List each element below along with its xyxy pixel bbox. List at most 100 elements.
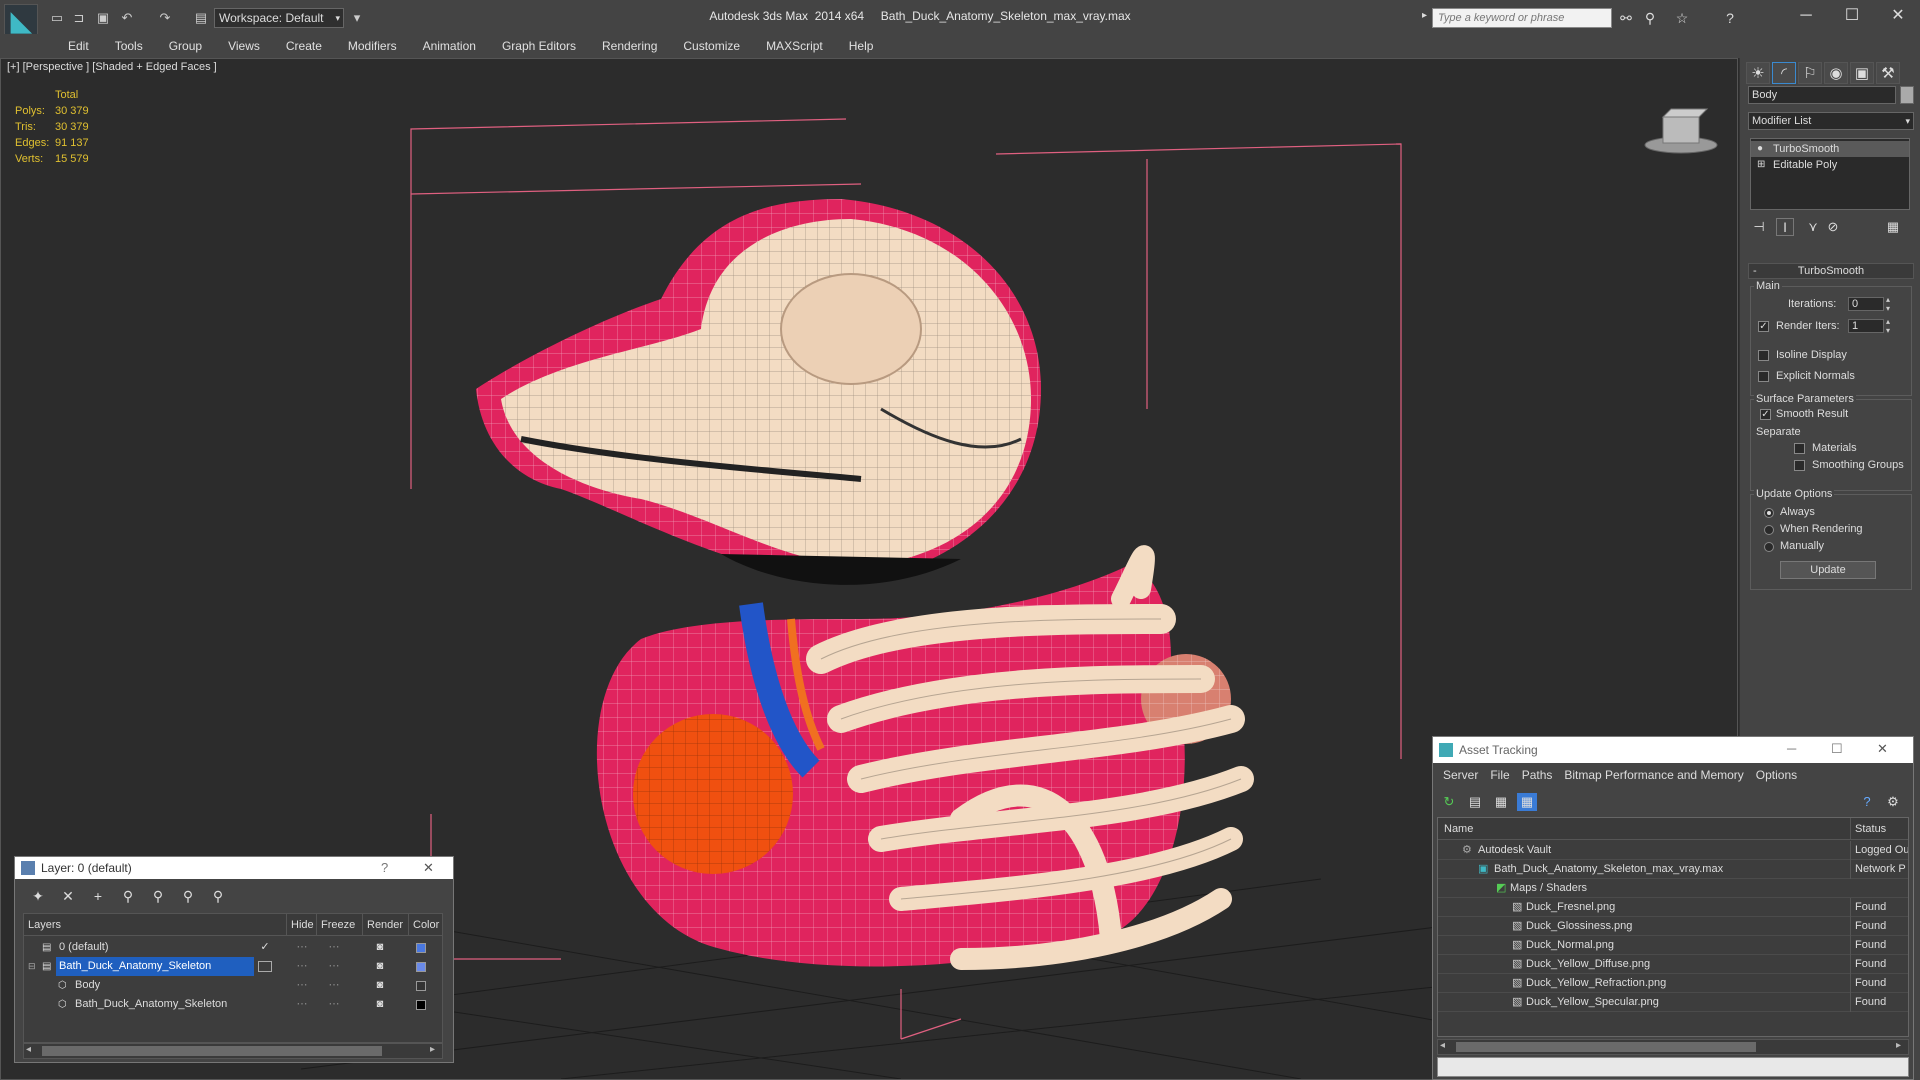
scroll-thumb[interactable]	[1456, 1042, 1756, 1052]
col-name[interactable]: Name	[1444, 818, 1473, 840]
layer-horizontal-scrollbar[interactable]: ◂ ▸	[23, 1043, 443, 1059]
favorites-icon[interactable]: ☆	[1672, 9, 1692, 27]
scroll-right-icon[interactable]: ▸	[1896, 1040, 1901, 1051]
project-icon[interactable]: ▤	[192, 9, 210, 27]
current-layer-box[interactable]	[258, 961, 272, 972]
when-rendering-radio[interactable]	[1764, 525, 1774, 535]
communication-center-icon[interactable]: ⚲	[1640, 9, 1660, 27]
smoothing-groups-checkbox[interactable]	[1794, 460, 1805, 471]
modify-tab-icon[interactable]: ◜	[1772, 62, 1796, 84]
hide-toggle[interactable]: ⋯	[292, 995, 312, 1014]
menu-create[interactable]: Create	[273, 34, 335, 58]
object-color-swatch[interactable]	[416, 981, 426, 991]
object-color-swatch[interactable]	[416, 1000, 426, 1010]
menu-views[interactable]: Views	[215, 34, 273, 58]
maximize-icon[interactable]: ☐	[1831, 741, 1843, 757]
asset-menu-paths[interactable]: Paths	[1516, 765, 1559, 785]
layer-color-swatch[interactable]	[416, 962, 426, 972]
spinner-arrows-icon[interactable]: ▴ ▾	[1886, 317, 1890, 335]
table-view-icon[interactable]: ▦	[1517, 793, 1537, 811]
maximize-icon[interactable]: ☐	[1830, 4, 1874, 28]
freeze-toggle[interactable]: ⋯	[324, 957, 344, 976]
show-end-result-icon[interactable]: Ⅰ	[1776, 218, 1794, 236]
menu-customize[interactable]: Customize	[670, 34, 753, 58]
scroll-left-icon[interactable]: ◂	[26, 1044, 31, 1055]
add-to-layer-icon[interactable]: +	[87, 887, 109, 905]
col-render[interactable]: Render	[362, 914, 403, 936]
iterations-spinner[interactable]: 0	[1848, 297, 1884, 311]
layer-row[interactable]: ⬡ Bath_Duck_Anatomy_Skeleton ⋯ ⋯ ◙	[24, 995, 442, 1014]
new-file-icon[interactable]: ▭	[48, 9, 66, 27]
pin-stack-icon[interactable]: ⊣	[1750, 218, 1768, 236]
undo-icon[interactable]: ↶	[118, 9, 136, 27]
asset-row[interactable]: ▧ Duck_Yellow_Refraction.png Found	[1438, 974, 1908, 993]
layer-row[interactable]: ⬡ Body ⋯ ⋯ ◙	[24, 976, 442, 995]
smooth-result-checkbox[interactable]: ✓	[1760, 409, 1771, 420]
freeze-all-layers-icon[interactable]: ⚲	[207, 887, 229, 905]
minimize-icon[interactable]: ─	[1784, 4, 1828, 28]
manually-radio[interactable]	[1764, 542, 1774, 552]
spinner-arrows-icon[interactable]: ▴ ▾	[1886, 295, 1890, 313]
modifier-list-dropdown[interactable]: Modifier List ▾	[1748, 112, 1914, 130]
col-freeze[interactable]: Freeze	[316, 914, 355, 936]
asset-row[interactable]: ⚙ Autodesk Vault Logged Ou	[1438, 841, 1908, 860]
menu-animation[interactable]: Animation	[410, 34, 489, 58]
hide-toggle[interactable]: ⋯	[292, 938, 312, 957]
make-unique-icon[interactable]: ⋎	[1804, 218, 1822, 236]
redo-icon[interactable]: ↷	[156, 9, 174, 27]
workspace-dropdown[interactable]: Workspace: Default ▾	[214, 8, 344, 28]
open-file-icon[interactable]: ⊐	[70, 9, 88, 27]
stack-item-turbosmooth[interactable]: ● TurboSmooth	[1751, 141, 1909, 157]
keyword-search-input[interactable]: Type a keyword or phrase	[1432, 8, 1612, 28]
col-color[interactable]: Color	[408, 914, 439, 936]
list-view-icon[interactable]: ▤	[1465, 793, 1485, 811]
hierarchy-tab-icon[interactable]: ⚐	[1798, 62, 1822, 84]
asset-menu-server[interactable]: Server	[1437, 765, 1484, 785]
asset-menu-file[interactable]: File	[1484, 765, 1515, 785]
remove-modifier-icon[interactable]: ⊘	[1824, 218, 1842, 236]
asset-row[interactable]: ▧ Duck_Normal.png Found	[1438, 936, 1908, 955]
asset-row[interactable]: ▧ Duck_Yellow_Diffuse.png Found	[1438, 955, 1908, 974]
close-icon[interactable]: ✕	[1877, 741, 1888, 757]
close-icon[interactable]: ✕	[1876, 4, 1920, 28]
viewcube-icon[interactable]	[1644, 108, 1718, 154]
quick-access-menu-icon[interactable]: ▾	[348, 9, 366, 27]
freeze-toggle[interactable]: ⋯	[324, 995, 344, 1014]
render-iters-spinner[interactable]: 1	[1848, 319, 1884, 333]
menu-rendering[interactable]: Rendering	[589, 34, 670, 58]
update-button[interactable]: Update	[1780, 561, 1876, 579]
freeze-toggle[interactable]: ⋯	[324, 976, 344, 995]
stack-item-editable-poly[interactable]: ⊞ Editable Poly	[1751, 157, 1909, 173]
settings-icon[interactable]: ⚙	[1883, 793, 1903, 811]
materials-checkbox[interactable]	[1794, 443, 1805, 454]
tree-view-icon[interactable]: ▦	[1491, 793, 1511, 811]
freeze-toggle[interactable]: ⋯	[324, 938, 344, 957]
menu-group[interactable]: Group	[156, 34, 215, 58]
select-objects-icon[interactable]: ⚲	[117, 887, 139, 905]
create-layer-icon[interactable]: ✦	[27, 887, 49, 905]
help-icon[interactable]: ?	[1720, 9, 1740, 27]
delete-layer-icon[interactable]: ✕	[57, 887, 79, 905]
asset-menu-options[interactable]: Options	[1750, 765, 1803, 785]
render-toggle-icon[interactable]: ◙	[370, 995, 390, 1014]
render-toggle-icon[interactable]: ◙	[370, 957, 390, 976]
help-button[interactable]: ?	[381, 860, 388, 875]
asset-row[interactable]: ▣ Bath_Duck_Anatomy_Skeleton_max_vray.max…	[1438, 860, 1908, 879]
help-icon[interactable]: ?	[1857, 793, 1877, 811]
asset-horizontal-scrollbar[interactable]: ◂ ▸	[1437, 1039, 1909, 1055]
asset-row[interactable]: ◩ Maps / Shaders	[1438, 879, 1908, 898]
render-iters-checkbox[interactable]: ✓	[1758, 321, 1769, 332]
utilities-tab-icon[interactable]: ⚒	[1876, 62, 1900, 84]
motion-tab-icon[interactable]: ◉	[1824, 62, 1848, 84]
save-icon[interactable]: ▣	[94, 9, 112, 27]
app-logo-icon[interactable]: ◣	[4, 4, 38, 38]
collapse-icon[interactable]: ⊟	[28, 957, 36, 976]
menu-maxscript[interactable]: MAXScript	[753, 34, 836, 58]
asset-row[interactable]: ▧ Duck_Glossiness.png Found	[1438, 917, 1908, 936]
hide-all-layers-icon[interactable]: ⚲	[177, 887, 199, 905]
search-expand-icon[interactable]: ▸	[1422, 10, 1427, 21]
col-hide[interactable]: Hide	[286, 914, 314, 936]
always-radio[interactable]	[1764, 508, 1774, 518]
display-tab-icon[interactable]: ▣	[1850, 62, 1874, 84]
minimize-icon[interactable]: ─	[1787, 741, 1796, 756]
